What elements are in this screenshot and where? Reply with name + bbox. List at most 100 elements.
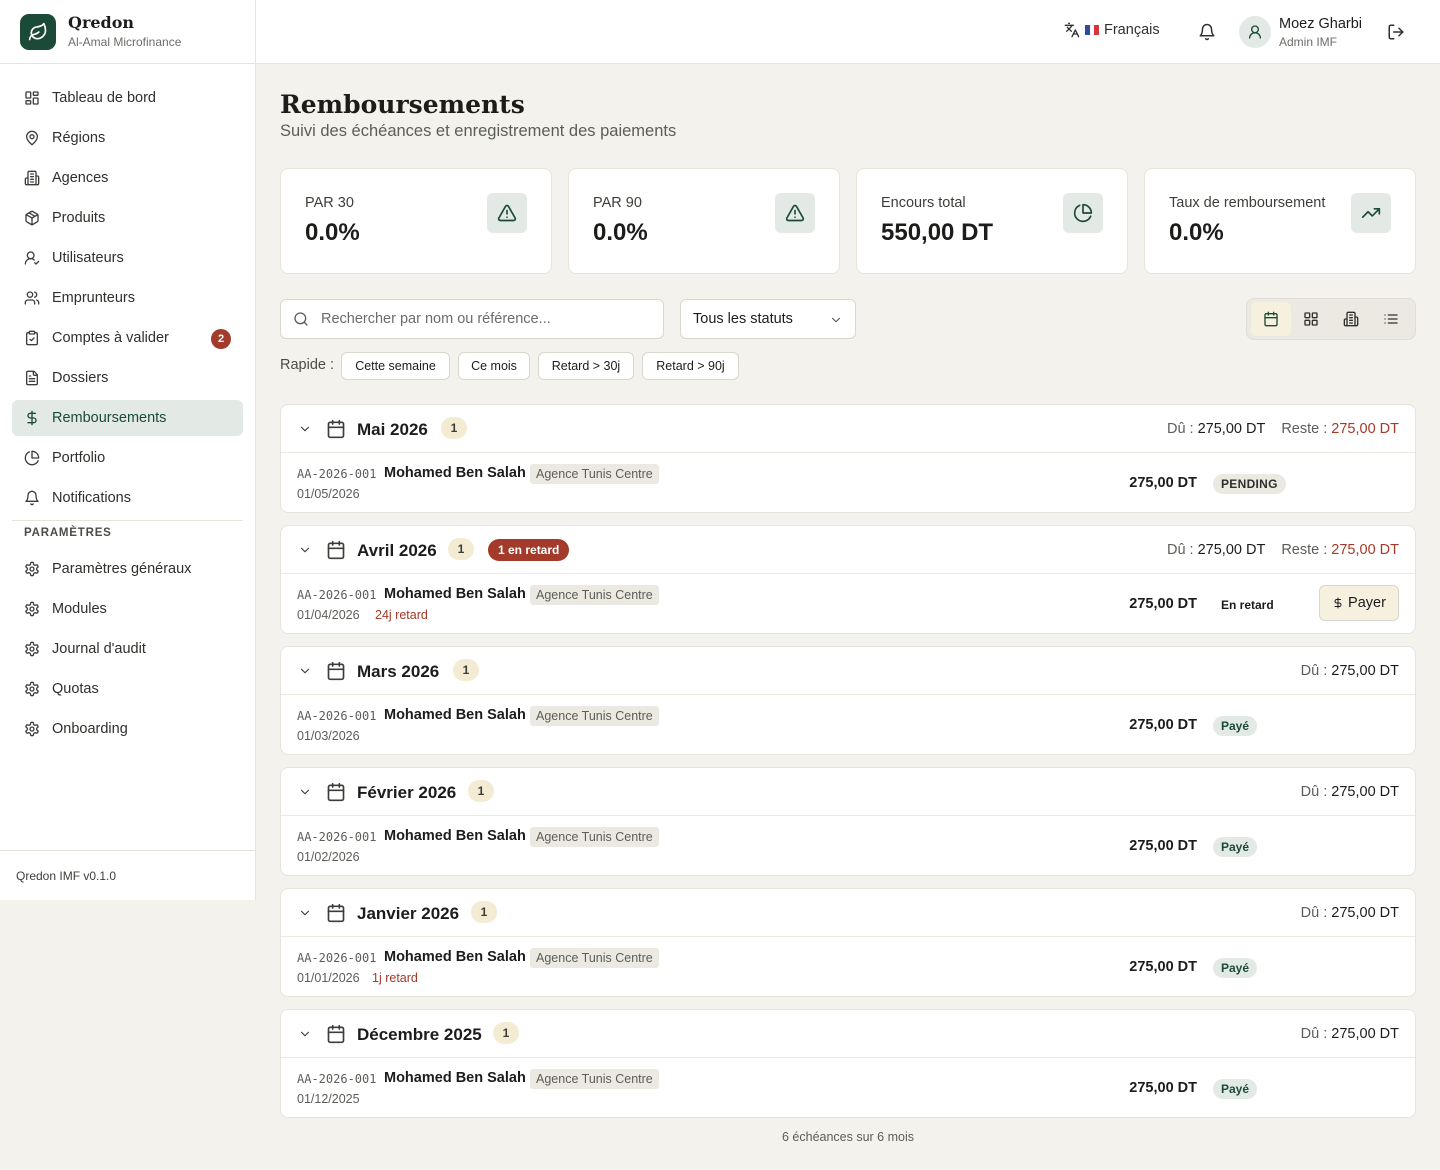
installment-amount: 275,00 DT [1129, 596, 1197, 612]
logout-icon[interactable] [1387, 23, 1405, 41]
sidebar-item-portfolio[interactable]: Portfolio [12, 440, 243, 476]
installment-amount: 275,00 DT [1129, 717, 1197, 733]
month-totals: Dû : 275,00 DT [1301, 784, 1399, 800]
table-row[interactable]: AA-2026-001 Mohamed Ben Salah Agence Tunis… [281, 816, 1415, 876]
sidebar-item-utilisateurs[interactable]: Utilisateurs [12, 240, 243, 276]
agency-tag: Agence Tunis Centre [530, 1069, 659, 1089]
sidebar-item-notifications[interactable]: Notifications [12, 480, 243, 516]
quick-filters-label: Rapide : [280, 357, 335, 373]
remaining-amount: 275,00 DT [1331, 421, 1399, 437]
clipboard-check-icon [24, 330, 40, 346]
month-group: Décembre 2025 1 Dû : 275,00 DT AA-2026-001 M… [280, 1009, 1416, 1118]
table-row[interactable]: AA-2026-001 Mohamed Ben Salah Agence Tunis… [281, 937, 1415, 997]
kpi-value: 0.0% [1169, 219, 1224, 246]
france-flag-icon [1085, 25, 1100, 35]
list-icon [1384, 314, 1398, 324]
calendar-view-button[interactable] [1251, 302, 1291, 336]
sidebar-item-onboarding[interactable]: Onboarding [12, 711, 243, 747]
month-title: Décembre 2025 [357, 1025, 482, 1044]
search-icon [293, 311, 309, 327]
loan-reference: AA-2026-001 [297, 830, 377, 844]
installment-amount: 275,00 DT [1129, 1080, 1197, 1096]
calendar-icon [326, 419, 346, 439]
calendar-icon [326, 1024, 346, 1044]
language-label: Français [1104, 22, 1160, 38]
view-switcher [1246, 298, 1416, 340]
month-group: Mars 2026 1 Dû : 275,00 DT AA-2026-001 Moham… [280, 646, 1416, 755]
loan-reference: AA-2026-001 [297, 588, 377, 602]
due-label: Dû : [1166, 421, 1194, 437]
quick-filter-this-month[interactable]: Ce mois [458, 352, 530, 380]
sidebar-item-comptes-a-valider[interactable]: Comptes à valider 2 [12, 320, 243, 356]
alert-triangle-icon [487, 193, 527, 233]
sidebar-item-modules[interactable]: Modules [12, 591, 243, 627]
month-group-header[interactable]: Mai 2026 1 Dû : 275,00 DT Reste : 275,00 DT [281, 405, 1415, 453]
avatar[interactable] [1239, 16, 1271, 48]
sidebar-item-dossiers[interactable]: Dossiers [12, 360, 243, 396]
dollar-icon [1332, 597, 1344, 609]
sidebar-item-label: Paramètres généraux [52, 561, 192, 577]
quick-filter-late-90[interactable]: Retard > 90j [642, 352, 739, 380]
chevron-down-icon[interactable] [298, 1027, 312, 1041]
agency-tag: Agence Tunis Centre [530, 585, 659, 605]
search-box[interactable] [280, 299, 664, 339]
due-date: 01/04/2026 [297, 608, 360, 622]
list-view-button[interactable] [1371, 302, 1411, 336]
page-subtitle: Suivi des échéances et enregistrement de… [280, 122, 677, 140]
chevron-down-icon[interactable] [298, 906, 312, 920]
status-filter-select[interactable]: Tous les statuts [680, 299, 856, 339]
gear-icon [24, 721, 40, 737]
chevron-down-icon[interactable] [298, 422, 312, 436]
language-switcher[interactable]: Français [1064, 22, 1160, 38]
agency-tag: Agence Tunis Centre [530, 827, 659, 847]
borrower-name: Mohamed Ben Salah [384, 586, 526, 602]
month-group-header[interactable]: Mars 2026 1 Dû : 275,00 DT [281, 647, 1415, 695]
table-row[interactable]: AA-2026-001 Mohamed Ben Salah Agence Tunis… [281, 1058, 1415, 1118]
bell-icon [24, 490, 40, 506]
organization-name: Al-Amal Microfinance [68, 34, 182, 49]
quick-filter-late-30[interactable]: Retard > 30j [538, 352, 634, 380]
trending-up-icon [1351, 193, 1391, 233]
search-input[interactable] [321, 311, 641, 327]
due-amount: 275,00 DT [1197, 542, 1266, 558]
sidebar-item-tableau-de-bord[interactable]: Tableau de bord [12, 80, 243, 116]
due-amount: 275,00 DT [1331, 663, 1399, 679]
month-group-header[interactable]: Janvier 2026 1 Dû : 275,00 DT [281, 889, 1415, 937]
month-group-header[interactable]: Février 2026 1 Dû : 275,00 DT [281, 768, 1415, 816]
sidebar-item-remboursements[interactable]: Remboursements [12, 400, 243, 436]
table-row[interactable]: AA-2026-001 Mohamed Ben Salah Agence Tunis… [281, 453, 1415, 513]
sidebar-item-journal-d-audit[interactable]: Journal d'audit [12, 631, 243, 667]
agency-view-button[interactable] [1331, 302, 1371, 336]
status-badge: Payé [1213, 1079, 1258, 1099]
chevron-down-icon[interactable] [298, 664, 312, 678]
sidebar-item-parametres-generaux[interactable]: Paramètres généraux [12, 551, 243, 587]
grid-view-button[interactable] [1291, 302, 1331, 336]
pay-button[interactable]: Payer [1319, 585, 1399, 621]
gear-icon [24, 641, 40, 657]
sidebar-item-produits[interactable]: Produits [12, 200, 243, 236]
sidebar-item-regions[interactable]: Régions [12, 120, 243, 156]
brand-name: Qredon [68, 12, 135, 32]
chevron-down-icon[interactable] [298, 543, 312, 557]
due-date: 01/05/2026 [297, 487, 360, 501]
pie-chart-icon [1063, 193, 1103, 233]
chevron-down-icon[interactable] [298, 785, 312, 799]
gear-icon [24, 601, 40, 617]
kpi-value: 550,00 DT [881, 219, 994, 246]
sidebar-item-quotas[interactable]: Quotas [12, 671, 243, 707]
notifications-bell-icon[interactable] [1198, 23, 1216, 41]
kpi-label: PAR 30 [305, 195, 354, 211]
month-group-header[interactable]: Avril 2026 1 1 en retard Dû : 275,00 DT Rest… [281, 526, 1415, 574]
table-row[interactable]: AA-2026-001 Mohamed Ben Salah Agence Tunis… [281, 574, 1415, 634]
sidebar-item-emprunteurs[interactable]: Emprunteurs [12, 280, 243, 316]
installment-count-badge: 1 [441, 417, 467, 439]
quick-filter-this-week[interactable]: Cette semaine [341, 352, 450, 380]
topbar: Français Moez Gharbi Admin IMF [256, 0, 1440, 64]
page-title: Remboursements [280, 90, 525, 119]
month-group-header[interactable]: Décembre 2025 1 Dû : 275,00 DT [281, 1010, 1415, 1058]
borrower-name: Mohamed Ben Salah [384, 1070, 526, 1086]
settings-section-title: PARAMÈTRES [24, 527, 112, 539]
table-row[interactable]: AA-2026-001 Mohamed Ben Salah Agence Tunis… [281, 695, 1415, 755]
status-badge: Payé [1213, 958, 1258, 978]
sidebar-item-agences[interactable]: Agences [12, 160, 243, 196]
